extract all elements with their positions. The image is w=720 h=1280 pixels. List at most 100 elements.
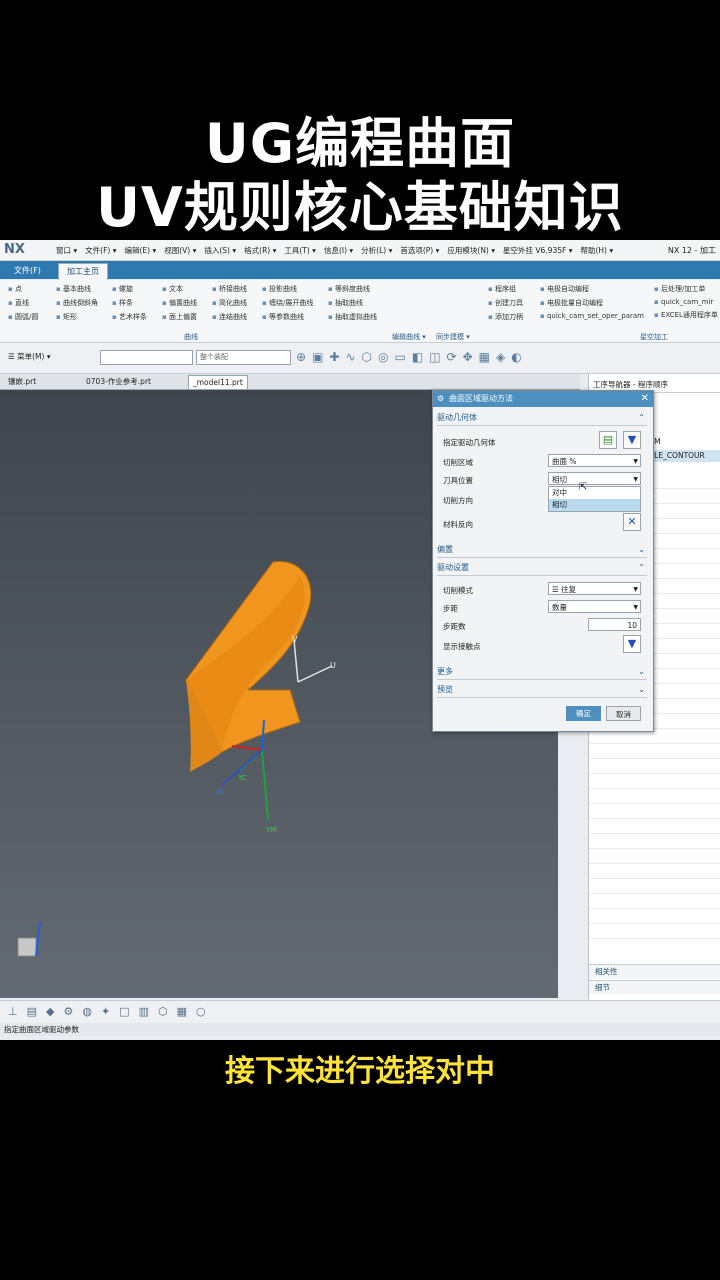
- navigator-details[interactable]: 细节: [589, 980, 720, 995]
- option-center[interactable]: 对中: [549, 487, 640, 499]
- gear-icon[interactable]: ⚙: [437, 391, 444, 407]
- curve-snap-icon[interactable]: ∿: [345, 350, 355, 364]
- doc-tab-3[interactable]: _model11.prt: [188, 375, 248, 389]
- pan-icon[interactable]: ✥: [463, 350, 473, 364]
- tool-position-select[interactable]: 相切 ▼: [548, 472, 641, 485]
- ribbon-excel-sheet[interactable]: EXCEL通用程序单: [654, 310, 718, 320]
- ribbon-offset-curve[interactable]: 偏置曲线: [162, 298, 197, 308]
- menu-item[interactable]: 帮助(H) ▾: [580, 245, 613, 256]
- rectangle-select-icon[interactable]: ▭: [395, 350, 406, 364]
- ribbon-add-holder[interactable]: 添加刀柄: [488, 312, 523, 322]
- scope-combo[interactable]: 整个装配: [196, 350, 291, 365]
- section-drive-geometry[interactable]: 驱动几何体 ⌃: [437, 411, 647, 426]
- ribbon-quickcam-mir[interactable]: quick_cam_mir: [654, 298, 718, 306]
- section-more[interactable]: 更多 ⌄: [437, 665, 647, 680]
- chevron-down-icon[interactable]: ⌄: [638, 683, 645, 697]
- ok-button[interactable]: 确定: [566, 706, 601, 721]
- ribbon-project-curve[interactable]: 投影曲线: [262, 284, 313, 294]
- menu-item[interactable]: 信息(I) ▾: [324, 245, 353, 256]
- menu-item[interactable]: 格式(R) ▾: [244, 245, 276, 256]
- render-icon[interactable]: ▦: [479, 350, 490, 364]
- ribbon-isoparametric-curve[interactable]: 等参数曲线: [262, 312, 313, 322]
- ribbon-electrode-batch[interactable]: 电极批量自动编程: [540, 298, 644, 308]
- ribbon-electrode-auto[interactable]: 电极自动编程: [540, 284, 644, 294]
- ribbon-spline[interactable]: 样条: [112, 298, 147, 308]
- ribbon-extract-curve[interactable]: 抽取曲线: [328, 298, 377, 308]
- ribbon-curve-chamfer[interactable]: 曲线倒斜角: [56, 298, 98, 308]
- ribbon-studio-spline[interactable]: 艺术样条: [112, 312, 147, 322]
- navigator-dependencies[interactable]: 相关性: [589, 964, 720, 979]
- hexagon-icon[interactable]: ⬡: [362, 350, 372, 364]
- hexagon-icon[interactable]: ⬡: [158, 1005, 168, 1018]
- point-snap-icon[interactable]: ✚: [329, 350, 339, 364]
- menu-item[interactable]: 窗口 ▾: [56, 245, 77, 256]
- menu-item[interactable]: 工具(T) ▾: [284, 245, 316, 256]
- ribbon-wrap-curve[interactable]: 缠绕/展开曲线: [262, 298, 313, 308]
- ribbon-helix[interactable]: 螺旋: [112, 284, 147, 294]
- select-surface-icon[interactable]: ▤: [599, 431, 617, 449]
- camera-icon[interactable]: ◫: [429, 350, 440, 364]
- ribbon-arc-circle[interactable]: 圆弧/圆: [8, 312, 38, 322]
- shade-icon[interactable]: ◐: [511, 350, 521, 364]
- stepover-select[interactable]: 数量 ▼: [548, 600, 641, 613]
- section-drive-settings[interactable]: 驱动设置 ⌃: [437, 561, 647, 576]
- group-label-sync-modeling[interactable]: 同步建模 ▾: [436, 332, 470, 342]
- method-icon[interactable]: ⚙: [63, 1005, 73, 1018]
- chevron-up-icon[interactable]: ⌃: [638, 411, 645, 425]
- ribbon-create-tool[interactable]: 创建刀具: [488, 298, 523, 308]
- menu-button[interactable]: ☰ 菜单(M) ▾: [8, 348, 51, 366]
- select-icon[interactable]: ▣: [312, 350, 323, 364]
- menu-item[interactable]: 星空外挂 V6.935F ▾: [503, 245, 572, 256]
- snap-icon[interactable]: ⊕: [296, 350, 306, 364]
- group-label-edit-curve[interactable]: 编辑曲线 ▾: [392, 332, 426, 342]
- doc-tab-2[interactable]: 0703-作业参考.prt: [82, 375, 155, 388]
- ribbon-basic-curve[interactable]: 基本曲线: [56, 284, 98, 294]
- section-offset[interactable]: 偏置 ⌄: [437, 543, 647, 558]
- tab-file[interactable]: 文件(F): [6, 263, 49, 279]
- rotate-icon[interactable]: ⟳: [447, 350, 457, 364]
- cut-area-select[interactable]: 曲面 % ▼: [548, 454, 641, 467]
- step-count-input[interactable]: 10: [588, 618, 641, 631]
- menu-item[interactable]: 分析(L) ▾: [361, 245, 392, 256]
- close-icon[interactable]: ✕: [641, 391, 649, 407]
- list-icon[interactable]: ▥: [139, 1005, 149, 1018]
- circle-icon[interactable]: ○: [196, 1005, 206, 1018]
- ribbon-extract-virtual-curve[interactable]: 抽取虚拟曲线: [328, 312, 377, 322]
- tool-icon[interactable]: ◆: [46, 1005, 54, 1018]
- cancel-button[interactable]: 取消: [606, 706, 641, 721]
- section-preview[interactable]: 预览 ⌄: [437, 683, 647, 698]
- box-icon[interactable]: □: [119, 1005, 129, 1018]
- ribbon-rectangle[interactable]: 矩形: [56, 312, 98, 322]
- ribbon-bridge-curve[interactable]: 桥接曲线: [212, 284, 247, 294]
- ribbon-isocline-curve[interactable]: 等斜度曲线: [328, 284, 377, 294]
- geometry-icon[interactable]: ◍: [82, 1005, 92, 1018]
- ribbon-program-group[interactable]: 程序组: [488, 284, 523, 294]
- ribbon-simplify-curve[interactable]: 简化曲线: [212, 298, 247, 308]
- reverse-icon[interactable]: ✕: [623, 513, 641, 531]
- chevron-down-icon[interactable]: ⌄: [638, 543, 645, 557]
- circle-icon[interactable]: ◎: [378, 350, 388, 364]
- option-tangent[interactable]: 相切: [549, 499, 640, 511]
- operation-icon[interactable]: ✦: [101, 1005, 110, 1018]
- menu-item[interactable]: 视图(V) ▾: [164, 245, 196, 256]
- ribbon-line[interactable]: 直线: [8, 298, 38, 308]
- ribbon-post-process[interactable]: 后处理/加工单: [654, 284, 718, 294]
- ribbon-offset-on-face[interactable]: 面上偏置: [162, 312, 197, 322]
- cut-mode-select[interactable]: ☰ 往复 ▼: [548, 582, 641, 595]
- tab-machining-home[interactable]: 加工主页: [58, 263, 108, 280]
- view-icon[interactable]: ◧: [412, 350, 423, 364]
- ribbon-join-curve[interactable]: 连结曲线: [212, 312, 247, 322]
- menu-item[interactable]: 文件(F) ▾: [85, 245, 116, 256]
- create-program-icon[interactable]: ⊥: [8, 1005, 18, 1018]
- ribbon-point[interactable]: 点: [8, 284, 38, 294]
- menu-item[interactable]: 编辑(E) ▾: [124, 245, 156, 256]
- display-icon[interactable]: ▼: [623, 635, 641, 653]
- ribbon-quickcam-param[interactable]: quick_cam_set_oper_param: [540, 312, 644, 320]
- chevron-up-icon[interactable]: ⌃: [638, 561, 645, 575]
- type-filter-combo[interactable]: [100, 350, 193, 365]
- menu-item[interactable]: 应用模块(N) ▾: [447, 245, 495, 256]
- menu-item[interactable]: 首选项(P) ▾: [400, 245, 439, 256]
- menu-item[interactable]: 插入(S) ▾: [204, 245, 236, 256]
- grid-icon[interactable]: ▦: [177, 1005, 187, 1018]
- doc-tab-1[interactable]: 镶嵌.prt: [4, 375, 40, 388]
